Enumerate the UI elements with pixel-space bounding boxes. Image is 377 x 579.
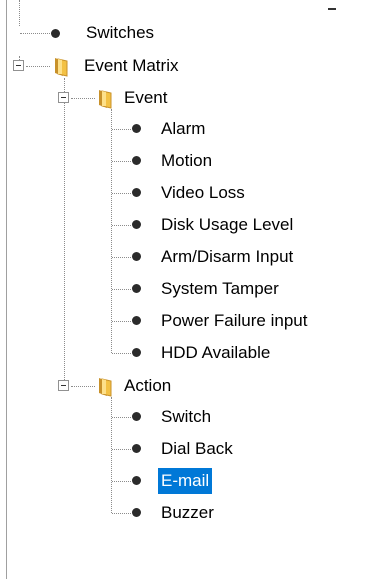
tree-connector xyxy=(111,397,112,513)
tree-connector xyxy=(112,481,131,482)
tree-view[interactable]: Switches Event Matrix Event Alarm Motion… xyxy=(0,0,377,579)
bullet-icon xyxy=(132,220,141,229)
tree-item-event[interactable]: Event xyxy=(121,85,170,111)
tree-item-video-loss[interactable]: Video Loss xyxy=(158,180,248,206)
bullet-icon xyxy=(132,156,141,165)
collapse-toggle-icon[interactable] xyxy=(13,60,24,71)
bullet-icon xyxy=(132,284,141,293)
bullet-icon xyxy=(132,348,141,357)
tree-item-email[interactable]: E-mail xyxy=(158,468,213,494)
tree-connector xyxy=(112,321,131,322)
bullet-icon xyxy=(132,124,141,133)
tree-item-dial-back[interactable]: Dial Back xyxy=(158,436,236,462)
tree-item-system-tamper[interactable]: System Tamper xyxy=(158,276,282,302)
tree-connector xyxy=(112,161,131,162)
tree-item-event-matrix[interactable]: Event Matrix xyxy=(81,53,181,79)
tree-connector xyxy=(112,225,131,226)
tree-item-alarm[interactable]: Alarm xyxy=(158,116,208,142)
tree-connector xyxy=(112,129,131,130)
bullet-icon xyxy=(132,444,141,453)
folder-open-icon xyxy=(55,58,68,77)
tree-connector xyxy=(112,289,131,290)
bullet-icon xyxy=(132,316,141,325)
bullet-icon xyxy=(132,508,141,517)
tree-item-power-failure-input[interactable]: Power Failure input xyxy=(158,308,310,334)
tree-connector xyxy=(71,386,95,387)
tree-item-disk-usage-level[interactable]: Disk Usage Level xyxy=(158,212,296,238)
tree-item-action[interactable]: Action xyxy=(121,373,174,399)
tree-item-switches[interactable]: Switches xyxy=(83,20,157,46)
tree-item-switch[interactable]: Switch xyxy=(158,404,214,430)
tree-connector xyxy=(112,193,131,194)
tree-connector xyxy=(20,33,50,34)
tree-connector xyxy=(112,417,131,418)
collapse-toggle-icon[interactable] xyxy=(58,380,69,391)
tree-connector xyxy=(112,353,131,354)
tree-connector xyxy=(112,513,131,514)
tree-connector xyxy=(111,109,112,353)
collapse-toggle-icon[interactable] xyxy=(58,92,69,103)
folder-open-icon xyxy=(99,378,112,397)
tree-item-hdd-available[interactable]: HDD Available xyxy=(158,340,273,366)
bullet-icon xyxy=(132,412,141,421)
tree-connector xyxy=(19,0,20,26)
tree-item-arm-disarm-input[interactable]: Arm/Disarm Input xyxy=(158,244,296,270)
tree-connector xyxy=(112,449,131,450)
bullet-icon xyxy=(132,188,141,197)
tree-item-motion[interactable]: Motion xyxy=(158,148,215,174)
tree-connector xyxy=(64,78,65,386)
bullet-icon xyxy=(51,29,60,38)
tree-connector xyxy=(26,66,50,67)
bullet-icon xyxy=(132,252,141,261)
tree-connector xyxy=(71,98,95,99)
bullet-icon xyxy=(132,476,141,485)
folder-open-icon xyxy=(99,90,112,109)
tree-item-buzzer[interactable]: Buzzer xyxy=(158,500,217,526)
tree-connector xyxy=(112,257,131,258)
